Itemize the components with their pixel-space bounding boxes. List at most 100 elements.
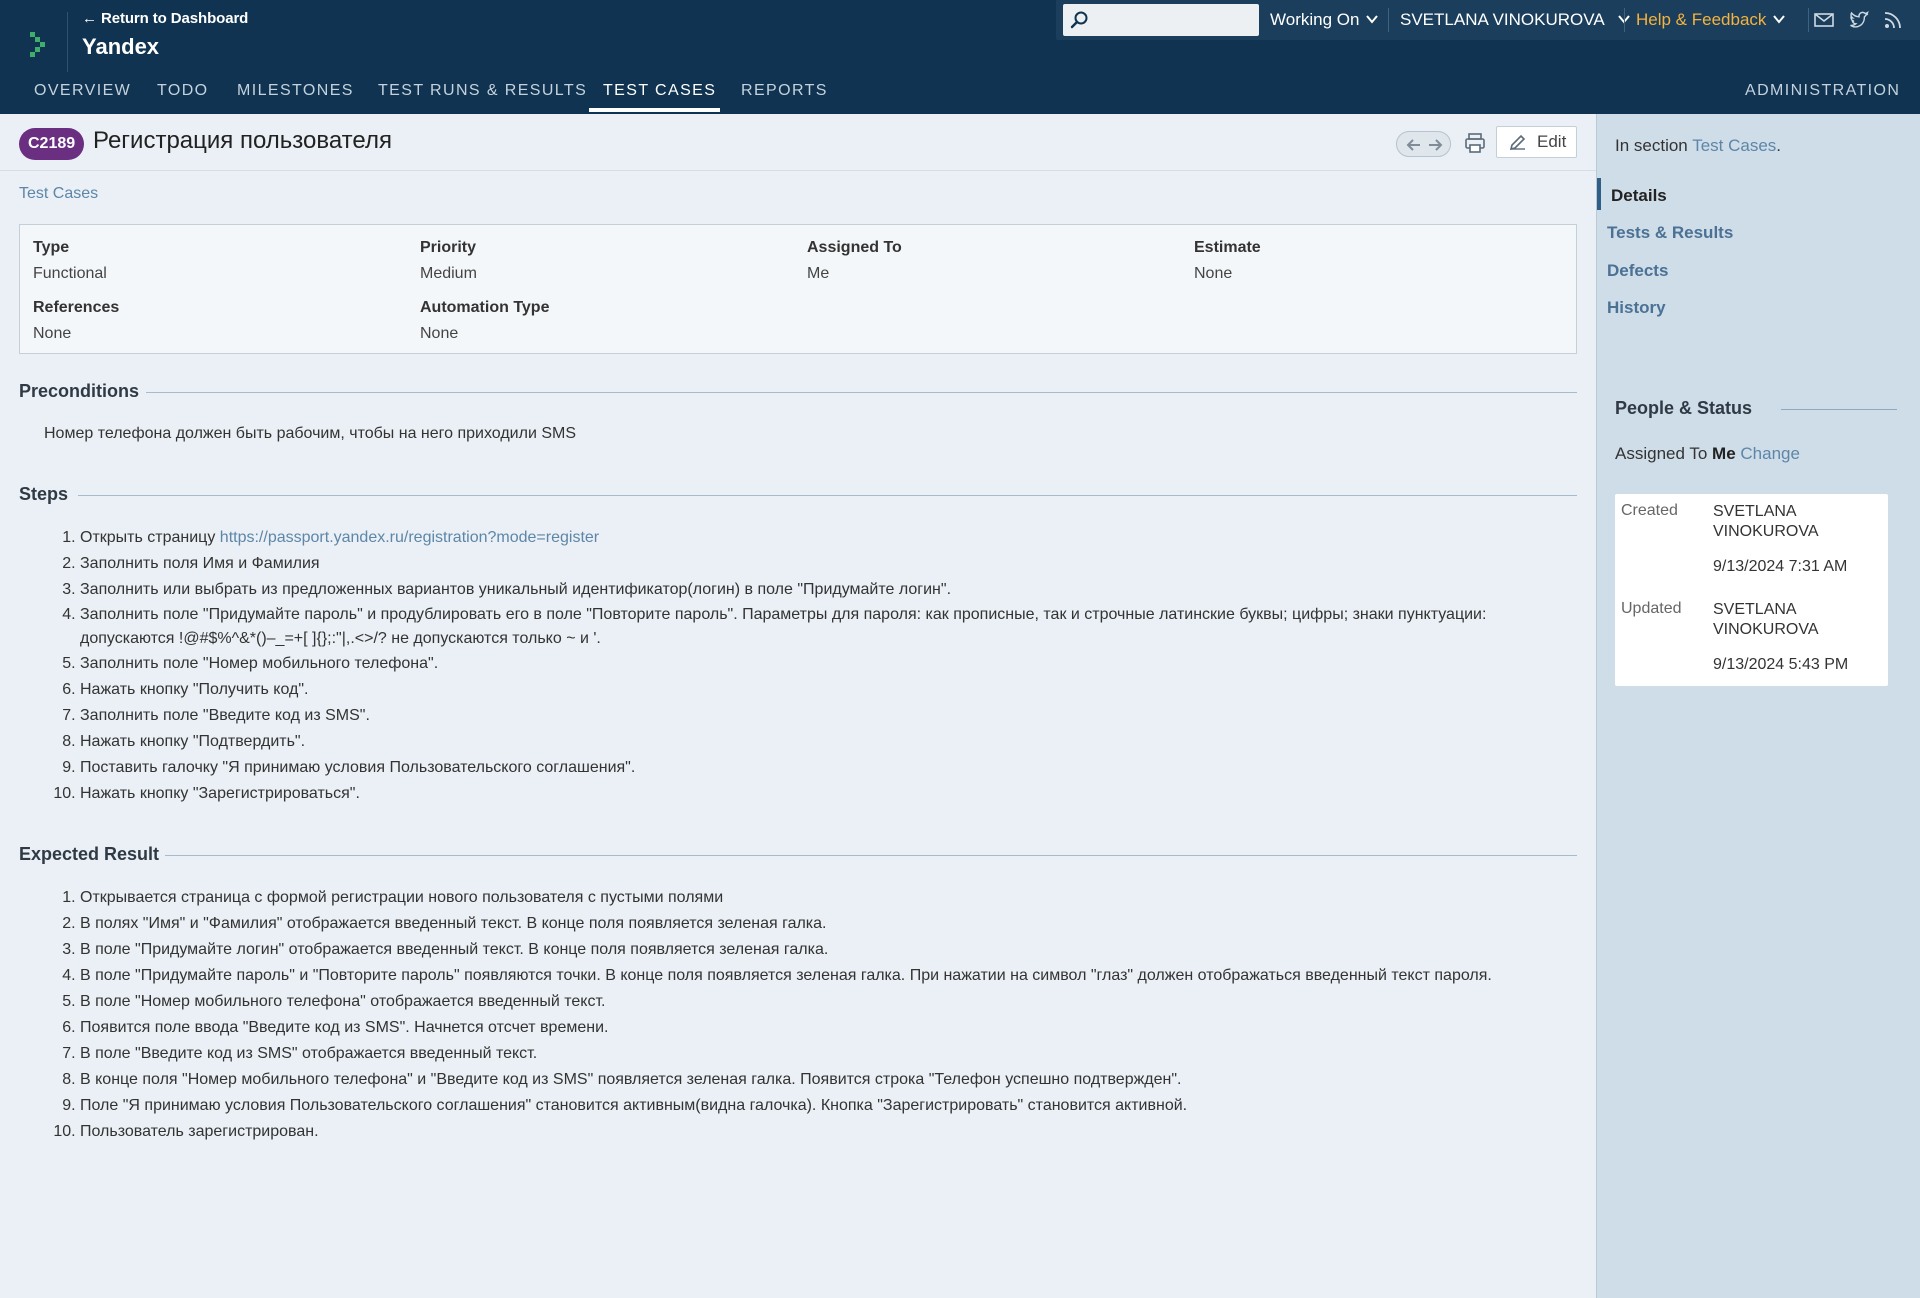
working-on-dropdown[interactable]: Working On: [1270, 0, 1379, 40]
field-label: Estimate: [1194, 239, 1261, 256]
section-divider: [165, 855, 1577, 856]
logo-divider: [67, 12, 68, 72]
print-icon[interactable]: [1463, 131, 1487, 155]
testrail-logo-icon[interactable]: [24, 28, 54, 58]
people-status-heading: People & Status: [1615, 398, 1753, 418]
case-title-bar: C2189 Регистрация пользователя Edit: [0, 114, 1596, 171]
field-value: None: [1194, 265, 1233, 282]
in-section-prefix: In section: [1615, 136, 1693, 155]
field-value: Functional: [33, 265, 107, 282]
working-on-label: Working On: [1270, 10, 1360, 29]
toolbar-separator: [1624, 8, 1625, 32]
field-value: None: [420, 325, 459, 342]
field-label: Priority: [420, 239, 477, 256]
twitter-icon[interactable]: [1848, 9, 1870, 31]
edit-button[interactable]: Edit: [1496, 126, 1577, 158]
list-item: Нажать кнопку "Получить код".: [80, 677, 1582, 703]
tab-todo[interactable]: TODO: [157, 82, 209, 100]
created-label: Created: [1621, 502, 1678, 519]
steps-heading: Steps: [19, 484, 69, 504]
list-item: В конце поля "Номер мобильного телефона"…: [80, 1067, 1582, 1093]
tab-milestones[interactable]: MILESTONES: [237, 82, 354, 100]
search-icon: [1070, 11, 1088, 29]
created-at: 9/13/2024 7:31 AM: [1713, 558, 1848, 575]
prev-next-arrows: [1396, 131, 1451, 157]
tab-overview[interactable]: OVERVIEW: [34, 82, 131, 100]
field-label: Automation Type: [420, 299, 550, 316]
list-item: Открыть страницу https://passport.yandex…: [80, 525, 1582, 551]
return-to-dashboard-link[interactable]: ← Return to Dashboard: [82, 10, 248, 27]
in-section-text: In section Test Cases.: [1615, 136, 1781, 156]
list-item: Появится поле ввода "Введите код из SMS"…: [80, 1015, 1582, 1041]
right-sidebar: In section Test Cases. Details Tests & R…: [1596, 114, 1920, 1298]
updated-label: Updated: [1621, 600, 1682, 617]
list-item: Заполнить поле "Введите код из SMS".: [80, 703, 1582, 729]
rss-icon[interactable]: [1882, 9, 1904, 31]
sidebar-item-history[interactable]: History: [1607, 298, 1666, 318]
preconditions-text: Номер телефона должен быть рабочим, чтоб…: [44, 425, 576, 442]
top-header: ← Return to Dashboard Yandex Working On …: [0, 0, 1920, 114]
section-divider: [146, 392, 1577, 393]
arrow-right-icon[interactable]: [1427, 137, 1443, 153]
updated-by: SVETLANA VINOKUROVA: [1713, 601, 1819, 638]
tab-administration[interactable]: ADMINISTRATION: [1745, 82, 1900, 100]
registration-link[interactable]: https://passport.yandex.ru/registration?…: [220, 529, 599, 546]
updated-at: 9/13/2024 5:43 PM: [1713, 656, 1849, 673]
list-item: Заполнить поле "Придумайте пароль" и про…: [80, 603, 1582, 651]
list-item: Нажать кнопку "Зарегистрироваться".: [80, 781, 1582, 807]
breadcrumb-test-cases[interactable]: Test Cases: [19, 185, 98, 203]
expected-result-list: Открывается страница с формой регистраци…: [42, 885, 1582, 1145]
field-assigned-to: Assigned To Me: [807, 239, 902, 283]
tab-test-cases[interactable]: TEST CASES: [603, 82, 716, 100]
field-value: Me: [807, 265, 830, 282]
assigned-prefix: Assigned To: [1615, 444, 1713, 463]
list-item: Заполнить или выбрать из предложенных ва…: [80, 577, 1582, 603]
field-automation-type: Automation Type None: [420, 299, 549, 343]
pencil-icon: [1509, 134, 1526, 151]
step-text: Открыть страницу: [80, 529, 220, 546]
field-label: References: [33, 299, 120, 316]
list-item: Заполнить поле "Номер мобильного телефон…: [80, 651, 1582, 677]
expected-result-heading: Expected Result: [19, 844, 160, 864]
chevron-down-icon: [1773, 15, 1786, 24]
list-item: В поле "Придумайте логин" отображается в…: [80, 937, 1582, 963]
search-input[interactable]: [1063, 4, 1259, 36]
help-feedback-dropdown[interactable]: Help & Feedback: [1636, 0, 1786, 40]
sidebar-item-defects[interactable]: Defects: [1607, 261, 1668, 281]
active-tab-indicator: [589, 108, 720, 112]
tab-test-runs-results[interactable]: TEST RUNS & RESULTS: [378, 82, 587, 100]
toolbar-separator: [1388, 8, 1389, 32]
section-link-test-cases[interactable]: Test Cases: [1692, 136, 1776, 155]
field-estimate: Estimate None: [1194, 239, 1261, 283]
list-item: В поле "Номер мобильного телефона" отобр…: [80, 989, 1582, 1015]
user-name: SVETLANA VINOKUROVA: [1400, 10, 1605, 29]
help-label: Help & Feedback: [1636, 10, 1767, 29]
field-label: Type: [33, 239, 70, 256]
list-item: В полях "Имя" и "Фамилия" отображается в…: [80, 911, 1582, 937]
section-divider: [78, 495, 1577, 496]
field-priority: Priority Medium: [420, 239, 477, 283]
change-assignee-link[interactable]: Change: [1740, 444, 1800, 463]
created-updated-card: Created SVETLANA VINOKUROVA 9/13/2024 7:…: [1615, 494, 1888, 686]
list-item: Открывается страница с формой регистраци…: [80, 885, 1582, 911]
list-item: В поле "Придумайте пароль" и "Повторите …: [80, 963, 1582, 989]
created-by: SVETLANA VINOKUROVA: [1713, 503, 1819, 540]
tab-reports[interactable]: REPORTS: [741, 82, 828, 100]
main-content: C2189 Регистрация пользователя Edit Test…: [0, 114, 1596, 1298]
field-value: None: [33, 325, 72, 342]
list-item: Поставить галочку "Я принимаю условия По…: [80, 755, 1582, 781]
edit-label: Edit: [1537, 132, 1567, 151]
list-item: Поле "Я принимаю условия Пользовательско…: [80, 1093, 1582, 1119]
toolbar-separator: [1808, 8, 1809, 32]
assigned-value: Me: [1712, 444, 1736, 463]
mail-icon[interactable]: [1813, 9, 1835, 31]
steps-list: Открыть страницу https://passport.yandex…: [42, 525, 1582, 807]
sidebar-item-details[interactable]: Details: [1611, 186, 1667, 206]
sidebar-item-tests-results[interactable]: Tests & Results: [1607, 223, 1733, 243]
page-title: Регистрация пользователя: [93, 127, 392, 154]
case-fields-table: Type Functional Priority Medium Assigned…: [19, 224, 1577, 354]
list-item: Заполнить поля Имя и Фамилия: [80, 551, 1582, 577]
assigned-to-row: Assigned To Me Change: [1615, 444, 1800, 464]
user-menu-dropdown[interactable]: SVETLANA VINOKUROVA: [1400, 0, 1631, 40]
arrow-left-icon[interactable]: [1406, 137, 1422, 153]
